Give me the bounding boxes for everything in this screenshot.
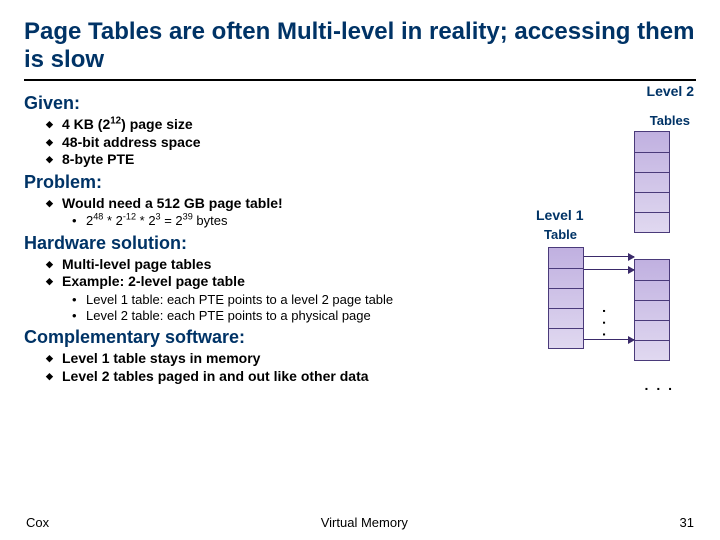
given-item: 8-byte PTE <box>46 151 496 168</box>
level1-table <box>548 247 584 349</box>
level1-label: Level 1 <box>536 207 583 223</box>
hardware-heading: Hardware solution: <box>24 233 496 254</box>
arrow-top <box>584 256 634 257</box>
problem-item: Would need a 512 GB page table! <box>46 195 496 212</box>
problem-subitem: 248 * 2-12 * 23 = 239 bytes <box>72 213 496 228</box>
arrow-mid <box>584 269 634 270</box>
title-rule <box>24 79 696 81</box>
arrow-bottom <box>584 339 634 340</box>
given-item: 48-bit address space <box>46 134 496 151</box>
given-list: 4 KB (212) page size 48-bit address spac… <box>46 116 496 168</box>
footer-center: Virtual Memory <box>321 515 408 530</box>
complementary-heading: Complementary software: <box>24 327 496 348</box>
table-label: Table <box>544 227 577 242</box>
level2-table-bottom <box>634 259 670 361</box>
complementary-item: Level 2 tables paged in and out like oth… <box>46 368 496 385</box>
given-heading: Given: <box>24 93 496 114</box>
diagram: Level 2 Tables Level 1 Table <box>496 89 696 386</box>
hardware-item: Multi-level page tables <box>46 256 496 273</box>
given-item: 4 KB (212) page size <box>46 116 496 133</box>
level2-label: Level 2 <box>647 83 694 99</box>
hardware-sublist: Level 1 table: each PTE points to a leve… <box>72 292 496 324</box>
main-text: Given: 4 KB (212) page size 48-bit addre… <box>24 89 496 386</box>
hardware-subitem: Level 1 table: each PTE points to a leve… <box>72 292 496 307</box>
hardware-list: Multi-level page tables Example: 2-level… <box>46 256 496 290</box>
problem-sublist: 248 * 2-12 * 23 = 239 bytes <box>72 213 496 228</box>
slide-title: Page Tables are often Multi-level in rea… <box>24 18 696 73</box>
complementary-list: Level 1 table stays in memory Level 2 ta… <box>46 350 496 384</box>
complementary-item: Level 1 table stays in memory <box>46 350 496 367</box>
dots-horizontal: . . . <box>645 377 674 393</box>
hardware-subitem: Level 2 table: each PTE points to a phys… <box>72 308 496 323</box>
footer-left: Cox <box>26 515 49 530</box>
hardware-item: Example: 2-level page table <box>46 273 496 290</box>
tables-label: Tables <box>650 113 690 128</box>
level2-table-top <box>634 131 670 233</box>
problem-heading: Problem: <box>24 172 496 193</box>
footer-right: 31 <box>680 515 694 530</box>
problem-list: Would need a 512 GB page table! <box>46 195 496 212</box>
dots-vertical: . . . <box>600 309 616 338</box>
